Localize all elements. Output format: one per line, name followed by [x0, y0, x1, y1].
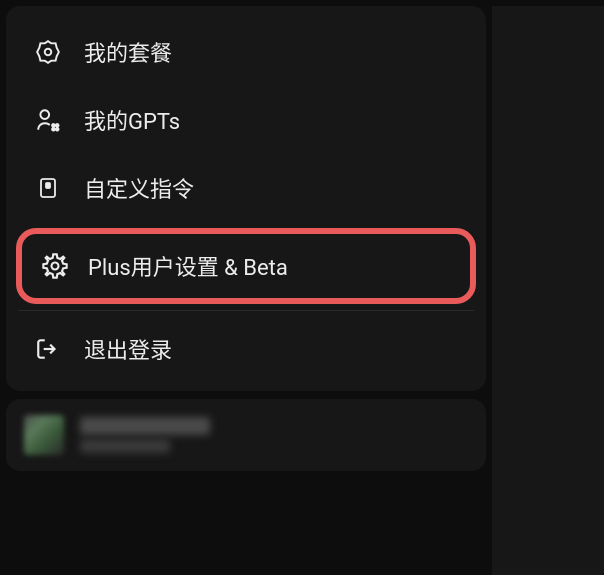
menu-item-label: 我的GPTs — [84, 104, 180, 136]
user-email-redacted — [80, 439, 170, 453]
divider — [18, 310, 474, 311]
menu-item-label: 退出登录 — [84, 333, 172, 365]
user-name-redacted — [80, 417, 210, 435]
badge-icon — [34, 38, 62, 66]
menu-container: 我的套餐 我的GPTs — [0, 6, 492, 575]
menu-item-my-plan[interactable]: 我的套餐 — [6, 18, 486, 86]
user-info — [80, 417, 210, 453]
menu-item-plus-settings-beta[interactable]: Plus用户设置 & Beta — [22, 236, 470, 296]
highlighted-menu-item-wrapper: Plus用户设置 & Beta — [16, 228, 476, 304]
settings-gear-icon — [40, 251, 70, 281]
menu-item-label: Plus用户设置 & Beta — [88, 250, 288, 282]
menu-panel: 我的套餐 我的GPTs — [6, 6, 486, 391]
menu-item-label: 我的套餐 — [84, 36, 172, 68]
menu-item-label: 自定义指令 — [84, 172, 194, 204]
side-strip — [492, 6, 604, 575]
user-robot-icon — [34, 106, 62, 134]
user-panel[interactable] — [6, 399, 486, 471]
menu-item-my-gpts[interactable]: 我的GPTs — [6, 86, 486, 154]
card-icon — [34, 174, 62, 202]
menu-item-custom-instructions[interactable]: 自定义指令 — [6, 154, 486, 222]
menu-item-logout[interactable]: 退出登录 — [6, 315, 486, 383]
logout-icon — [34, 335, 62, 363]
avatar — [24, 415, 64, 455]
